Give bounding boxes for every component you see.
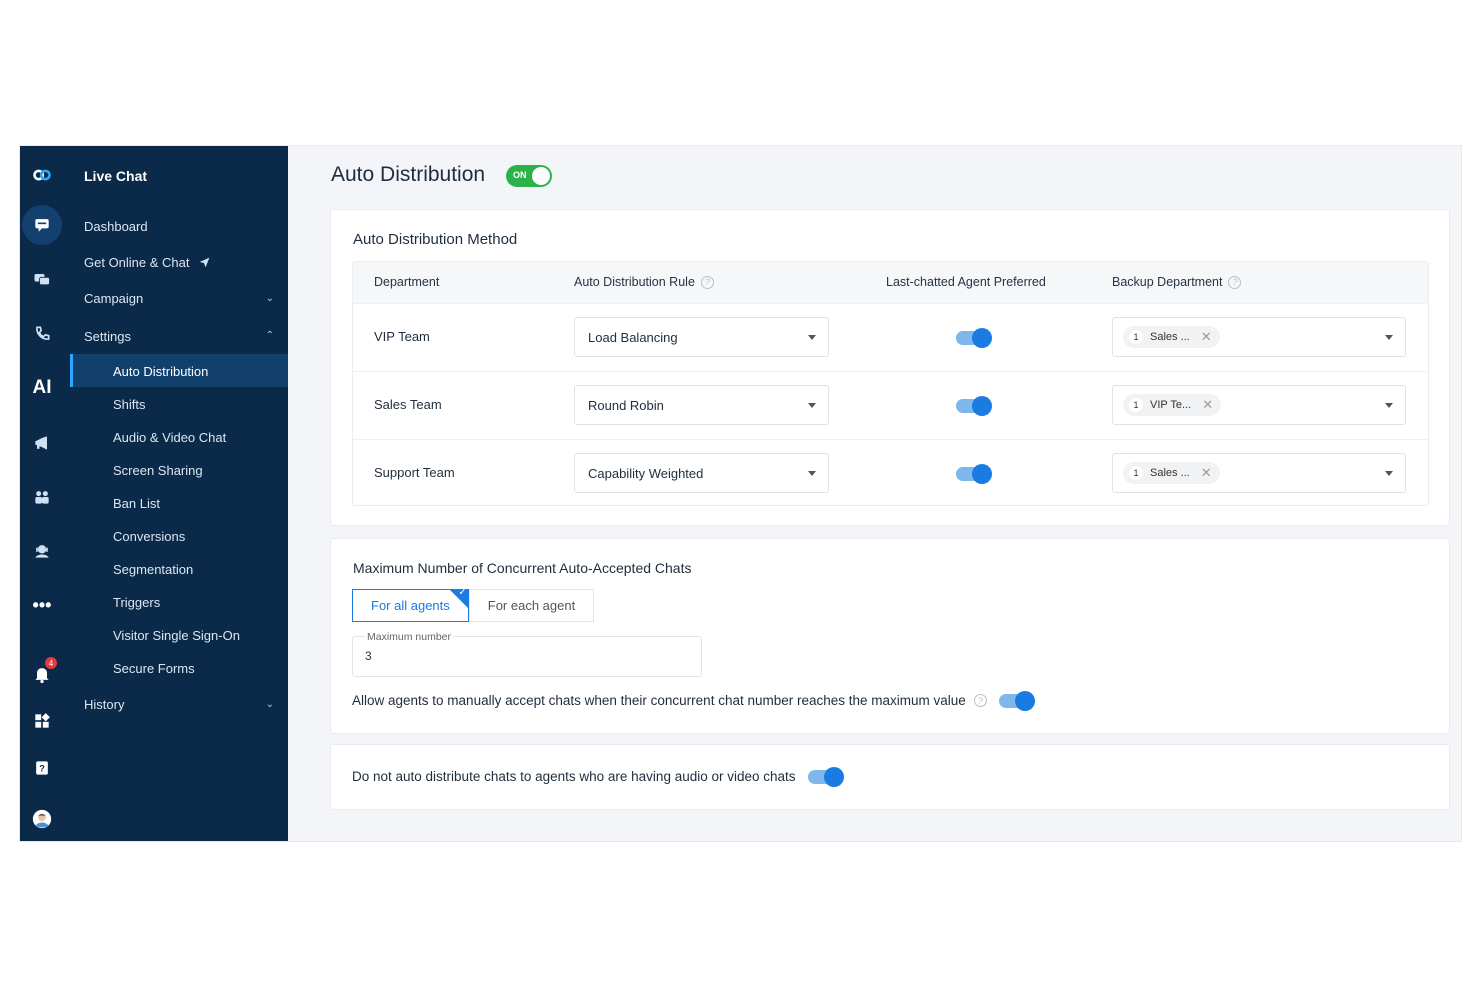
allow-manual-accept-row: Allow agents to manually accept chats wh… bbox=[352, 690, 1035, 711]
svg-text:?: ? bbox=[39, 763, 45, 773]
rule-select[interactable]: Load Balancing bbox=[574, 317, 829, 357]
allow-manual-accept-toggle[interactable] bbox=[998, 690, 1035, 711]
sidebar-item-audio-video[interactable]: Audio & Video Chat bbox=[113, 427, 226, 447]
app-window: AI ••• 4 ? Live Chat Dashboard Get Onlin… bbox=[19, 145, 1462, 842]
sidebar-menu: Live Chat Dashboard Get Online & Chat Ca… bbox=[70, 146, 288, 841]
help-icon[interactable]: ? bbox=[20, 750, 64, 786]
table-row: VIP Team Load Balancing 1 Sales ... ✕ bbox=[353, 303, 1428, 371]
page-title: Auto Distribution bbox=[331, 163, 486, 186]
megaphone-icon[interactable] bbox=[20, 425, 64, 461]
dropdown-arrow-icon bbox=[808, 471, 816, 476]
agent-icon[interactable] bbox=[20, 533, 64, 569]
header-backup: Backup Department? bbox=[1112, 275, 1242, 289]
bell-icon[interactable] bbox=[20, 656, 64, 692]
users-icon[interactable] bbox=[20, 479, 64, 515]
sidebar-item-dashboard[interactable]: Dashboard bbox=[84, 216, 148, 236]
avatar[interactable] bbox=[20, 801, 64, 837]
dropdown-arrow-icon bbox=[808, 403, 816, 408]
header-department: Department bbox=[374, 275, 440, 289]
dropdown-arrow-icon bbox=[1385, 335, 1393, 340]
last-chatted-toggle[interactable] bbox=[956, 328, 992, 348]
sidebar-item-auto-distribution[interactable]: Auto Distribution bbox=[113, 361, 208, 381]
concurrent-chats-card: Maximum Number of Concurrent Auto-Accept… bbox=[330, 538, 1450, 734]
sidebar-item-screen-sharing[interactable]: Screen Sharing bbox=[113, 460, 203, 480]
notification-badge: 4 bbox=[45, 657, 57, 669]
help-icon[interactable]: ? bbox=[1228, 275, 1242, 289]
department-name: VIP Team bbox=[374, 329, 430, 344]
last-chatted-toggle[interactable] bbox=[956, 396, 992, 416]
close-icon[interactable]: ✕ bbox=[1202, 397, 1213, 413]
help-icon[interactable]: ? bbox=[973, 694, 987, 707]
audio-video-card: Do not auto distribute chats to agents w… bbox=[330, 744, 1450, 810]
chat-icon[interactable] bbox=[20, 207, 64, 243]
apps-icon[interactable] bbox=[20, 703, 64, 739]
no-auto-distribute-av-row: Do not auto distribute chats to agents w… bbox=[352, 766, 844, 787]
backup-tag: 1 VIP Te... ✕ bbox=[1123, 394, 1222, 416]
last-chatted-toggle[interactable] bbox=[956, 464, 992, 484]
chevron-down-icon: ⌄ bbox=[265, 698, 274, 710]
distribution-method-card: Auto Distribution Method Department Auto… bbox=[330, 209, 1450, 526]
help-icon[interactable]: ? bbox=[700, 275, 714, 289]
sidebar-item-history[interactable]: History ⌄ bbox=[84, 694, 274, 714]
backup-department-select[interactable]: 1 Sales ... ✕ bbox=[1112, 453, 1406, 493]
sidebar-item-visitor-sso[interactable]: Visitor Single Sign-On bbox=[113, 625, 240, 645]
backup-tag: 1 Sales ... ✕ bbox=[1123, 326, 1220, 348]
sidebar-item-triggers[interactable]: Triggers bbox=[113, 592, 160, 612]
table-row: Support Team Capability Weighted 1 Sales … bbox=[353, 439, 1428, 507]
option-for-all-agents[interactable]: For all agents ✓ bbox=[352, 587, 469, 622]
field-label: Maximum number bbox=[365, 631, 454, 643]
backup-tag: 1 Sales ... ✕ bbox=[1123, 462, 1220, 484]
main-content: Auto Distribution ON Auto Distribution M… bbox=[288, 146, 1461, 841]
section-title: Maximum Number of Concurrent Auto-Accept… bbox=[353, 560, 692, 576]
check-icon: ✓ bbox=[458, 587, 467, 598]
dropdown-arrow-icon bbox=[1385, 403, 1393, 408]
header-last-chatted: Last-chatted Agent Preferred bbox=[886, 275, 1046, 289]
header-rule: Auto Distribution Rule? bbox=[574, 275, 714, 289]
messages-icon[interactable] bbox=[20, 261, 64, 297]
app-title: Live Chat bbox=[84, 168, 148, 184]
ai-icon[interactable]: AI bbox=[20, 370, 64, 406]
dropdown-arrow-icon bbox=[808, 335, 816, 340]
backup-department-select[interactable]: 1 VIP Te... ✕ bbox=[1112, 385, 1406, 425]
rule-select[interactable]: Round Robin bbox=[574, 385, 829, 425]
auto-distribution-toggle[interactable]: ON bbox=[506, 165, 552, 187]
sidebar-item-shifts[interactable]: Shifts bbox=[113, 394, 146, 414]
department-name: Support Team bbox=[374, 465, 455, 480]
phone-icon[interactable] bbox=[20, 316, 64, 352]
scope-selector: For all agents ✓ For each agent bbox=[352, 587, 595, 622]
maximum-number-input[interactable] bbox=[365, 649, 665, 663]
distribution-table: Department Auto Distribution Rule? Last-… bbox=[352, 261, 1429, 506]
backup-department-select[interactable]: 1 Sales ... ✕ bbox=[1112, 317, 1406, 357]
section-title: Auto Distribution Method bbox=[353, 231, 518, 248]
sidebar-item-campaign[interactable]: Campaign ⌄ bbox=[84, 288, 274, 308]
no-auto-distribute-av-toggle[interactable] bbox=[807, 766, 844, 787]
sidebar-item-get-online[interactable]: Get Online & Chat bbox=[84, 252, 211, 272]
sidebar-item-conversions[interactable]: Conversions bbox=[113, 526, 185, 546]
close-icon[interactable]: ✕ bbox=[1201, 465, 1212, 481]
table-header: Department Auto Distribution Rule? Last-… bbox=[353, 262, 1428, 303]
icon-rail: AI ••• 4 ? bbox=[20, 146, 70, 841]
table-row: Sales Team Round Robin 1 VIP Te... ✕ bbox=[353, 371, 1428, 439]
send-icon bbox=[199, 257, 209, 267]
sidebar-item-segmentation[interactable]: Segmentation bbox=[113, 559, 193, 579]
rule-select[interactable]: Capability Weighted bbox=[574, 453, 829, 493]
logo-icon bbox=[20, 157, 64, 193]
department-name: Sales Team bbox=[374, 397, 442, 412]
sidebar-item-settings[interactable]: Settings ⌃ bbox=[84, 326, 274, 346]
maximum-number-field: Maximum number bbox=[352, 631, 702, 677]
chevron-up-icon: ⌃ bbox=[265, 330, 274, 341]
chevron-down-icon: ⌄ bbox=[265, 292, 274, 304]
option-for-each-agent[interactable]: For each agent bbox=[468, 589, 595, 622]
dropdown-arrow-icon bbox=[1385, 471, 1393, 476]
sidebar-item-ban-list[interactable]: Ban List bbox=[113, 493, 160, 513]
sidebar-item-secure-forms[interactable]: Secure Forms bbox=[113, 658, 195, 678]
more-icon[interactable]: ••• bbox=[20, 587, 64, 623]
close-icon[interactable]: ✕ bbox=[1201, 329, 1212, 345]
